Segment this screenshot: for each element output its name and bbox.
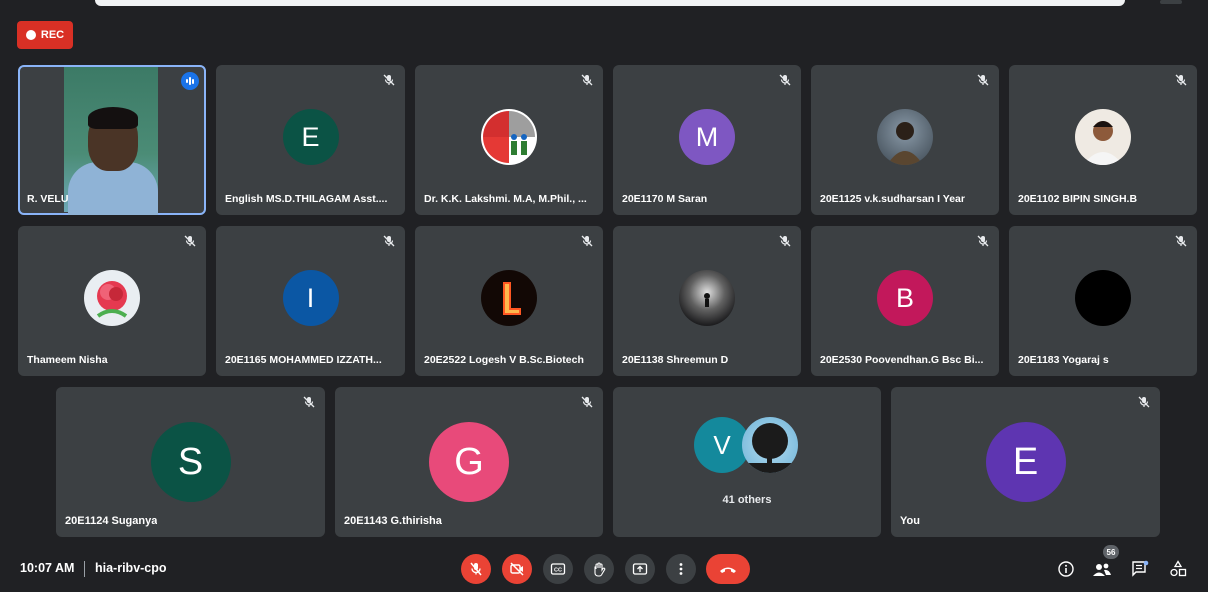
self-name: You — [900, 515, 920, 527]
participant-name: 20E1183 Yogaraj s — [1018, 354, 1109, 366]
participant-tile[interactable]: Thameem Nisha — [18, 226, 206, 376]
participant-tile[interactable]: 20E2522 Logesh V B.Sc.Biotech — [415, 226, 603, 376]
mic-off-icon — [977, 74, 989, 86]
participant-name: Dr. K.K. Lakshmi. M.A, M.Phil., ... — [424, 193, 587, 205]
present-icon — [632, 563, 648, 575]
present-screen-button[interactable] — [625, 554, 655, 584]
mic-off-icon — [779, 74, 791, 86]
raise-hand-button[interactable] — [584, 554, 614, 584]
participant-name: 20E1138 Shreemun D — [622, 354, 729, 366]
participant-tile[interactable]: 20E1125 v.k.sudharsan I Year — [811, 65, 999, 215]
mic-off-icon — [184, 235, 196, 247]
mic-off-icon — [470, 562, 482, 576]
activities-button[interactable] — [1166, 557, 1190, 581]
browser-edge — [1160, 0, 1182, 4]
participant-avatar-rose — [84, 270, 140, 326]
participant-tile[interactable]: G 20E1143 G.thirisha — [335, 387, 603, 537]
meeting-code: hia-ribv-cpo — [95, 561, 167, 575]
chat-icon — [1132, 560, 1149, 577]
participant-avatar-logo — [481, 109, 537, 165]
participant-avatar-photo — [1075, 109, 1131, 165]
participant-name: English MS.D.THILAGAM Asst.... — [225, 193, 388, 205]
participant-tile-speaker[interactable]: R. VELU — [18, 65, 206, 215]
participant-avatar-photo — [679, 270, 735, 326]
closed-captions-icon: CC — [550, 563, 566, 575]
mic-off-icon — [303, 396, 315, 408]
mic-off-icon — [581, 74, 593, 86]
info-icon — [1058, 561, 1074, 577]
raise-hand-icon — [594, 562, 606, 577]
participant-avatar-black — [1075, 270, 1131, 326]
participant-name: R. VELU — [27, 193, 69, 205]
browser-top-edge — [0, 0, 1208, 10]
participant-name: Thameem Nisha — [27, 354, 108, 366]
participant-name: 20E1125 v.k.sudharsan I Year — [820, 193, 965, 205]
participant-name: 20E1102 BIPIN SINGH.B — [1018, 193, 1138, 205]
participant-avatar: S — [150, 422, 231, 502]
others-avatars: V — [692, 417, 802, 477]
others-tile[interactable]: V 41 others — [613, 387, 881, 537]
participant-count-badge: 56 — [1103, 545, 1119, 559]
leave-call-button[interactable] — [706, 554, 750, 584]
recording-label: REC — [40, 29, 65, 41]
clock-time: 10:07 AM — [20, 561, 75, 575]
participant-tile[interactable]: M 20E1170 M Saran — [613, 65, 801, 215]
more-vert-icon — [679, 563, 683, 575]
camera-off-icon — [510, 562, 524, 576]
participant-avatar: I — [282, 270, 339, 326]
mic-off-icon — [581, 396, 593, 408]
mic-off-icon — [779, 235, 791, 247]
mic-off-icon — [1138, 396, 1150, 408]
recording-badge: REC — [17, 21, 73, 49]
mic-off-icon — [1175, 74, 1187, 86]
self-tile[interactable]: E You — [891, 387, 1160, 537]
participant-name: 20E1170 M Saran — [622, 193, 708, 205]
address-bar[interactable] — [95, 0, 1125, 6]
record-dot-icon — [25, 30, 36, 40]
people-button[interactable] — [1090, 557, 1114, 581]
speaking-indicator-icon — [181, 72, 199, 90]
participant-tile[interactable]: I 20E1165 MOHAMMED IZZATH... — [216, 226, 405, 376]
mic-off-icon — [383, 235, 395, 247]
hang-up-icon — [720, 567, 736, 573]
mic-toggle-button[interactable] — [461, 554, 491, 584]
participant-name: 20E2530 Poovendhan.G Bsc Bi... — [820, 354, 984, 366]
others-avatar-photo — [742, 417, 798, 473]
more-options-button[interactable] — [666, 554, 696, 584]
participant-tile[interactable]: 20E1138 Shreemun D — [613, 226, 801, 376]
mic-off-icon — [383, 74, 395, 86]
participant-tile[interactable]: 20E1183 Yogaraj s — [1009, 226, 1197, 376]
participant-video — [64, 67, 158, 215]
camera-toggle-button[interactable] — [502, 554, 532, 584]
participant-avatar: G — [429, 422, 509, 502]
mic-off-icon — [977, 235, 989, 247]
bottom-control-bar: 10:07 AM hia-ribv-cpo CC — [0, 545, 1208, 592]
self-avatar: E — [985, 422, 1066, 502]
participant-avatar: M — [679, 109, 735, 165]
participant-avatar-photo — [877, 109, 933, 165]
participant-name: 20E2522 Logesh V B.Sc.Biotech — [424, 354, 584, 366]
participant-tile[interactable]: S 20E1124 Suganya — [56, 387, 325, 537]
participant-name: 20E1124 Suganya — [65, 515, 158, 527]
divider — [84, 561, 85, 577]
activities-icon — [1170, 560, 1187, 577]
participant-avatar-fire-letter — [481, 270, 537, 326]
mic-off-icon — [581, 235, 593, 247]
svg-text:CC: CC — [554, 568, 562, 574]
others-count-label: 41 others — [722, 494, 772, 506]
participant-tile[interactable]: E English MS.D.THILAGAM Asst.... — [216, 65, 405, 215]
chat-button[interactable] — [1128, 557, 1152, 581]
mic-off-icon — [1175, 235, 1187, 247]
people-icon — [1093, 563, 1111, 576]
participant-tile[interactable]: Dr. K.K. Lakshmi. M.A, M.Phil., ... — [415, 65, 603, 215]
meeting-details-button[interactable] — [1054, 557, 1078, 581]
captions-button[interactable]: CC — [543, 554, 573, 584]
participant-avatar: B — [877, 270, 933, 326]
participant-name: 20E1165 MOHAMMED IZZATH... — [225, 354, 382, 366]
participant-tile[interactable]: 20E1102 BIPIN SINGH.B — [1009, 65, 1197, 215]
participant-avatar: E — [282, 109, 339, 165]
participant-name: 20E1143 G.thirisha — [344, 515, 442, 527]
participant-tile[interactable]: B 20E2530 Poovendhan.G Bsc Bi... — [811, 226, 999, 376]
